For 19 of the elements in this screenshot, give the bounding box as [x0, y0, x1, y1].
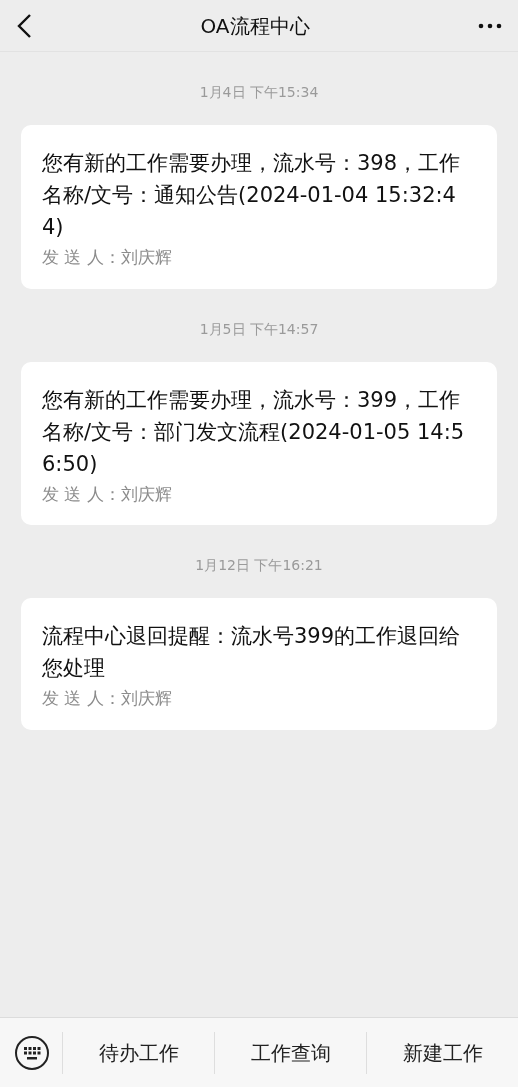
menu-button[interactable]: 工作查询 [215, 1018, 366, 1087]
back-icon[interactable] [16, 12, 32, 39]
page-title: OA流程中心 [200, 12, 310, 40]
message-text: 您有新的工作需要办理，流水号：399，工作名称/文号：部门发文流程(2024-01-05 14:56:50) [42, 386, 466, 478]
menu-button[interactable]: 新建工作 [367, 1018, 518, 1087]
message-card[interactable]: 您有新的工作需要办理，流水号：399，工作名称/文号：部门发文流程(2024-01-05 14:56:50) 发 送 人：刘庆辉 [21, 361, 497, 525]
message-card[interactable]: 您有新的工作需要办理，流水号：398，工作名称/文号：通知公告(2024-01-04 15:32:44) 发 送 人：刘庆辉 [21, 125, 497, 289]
sender-label: 发 送 人：刘庆辉 [42, 483, 172, 504]
message-text: 流程中心退回提醒：流水号399的工作退回给您处理 [42, 623, 462, 682]
sender-label: 发 送 人：刘庆辉 [42, 688, 172, 708]
message-text: 您有新的工作需要办理，流水号：398，工作名称/文号：通知公告(2024-01-04 15:32:44) [42, 150, 462, 241]
message-time: 1月12日 下午16:21 [195, 557, 323, 573]
message-time: 1月4日 下午15:34 [199, 84, 319, 100]
keyboard-icon[interactable] [14, 1034, 50, 1071]
menu-button[interactable]: 待办工作 [63, 1018, 214, 1087]
more-icon[interactable] [478, 22, 502, 29]
message-time: 1月5日 下午14:57 [199, 320, 319, 337]
sender-label: 发 送 人：刘庆辉 [42, 247, 172, 267]
message-card[interactable]: 流程中心退回提醒：流水号399的工作退回给您处理 发 送 人：刘庆辉 [21, 598, 497, 730]
